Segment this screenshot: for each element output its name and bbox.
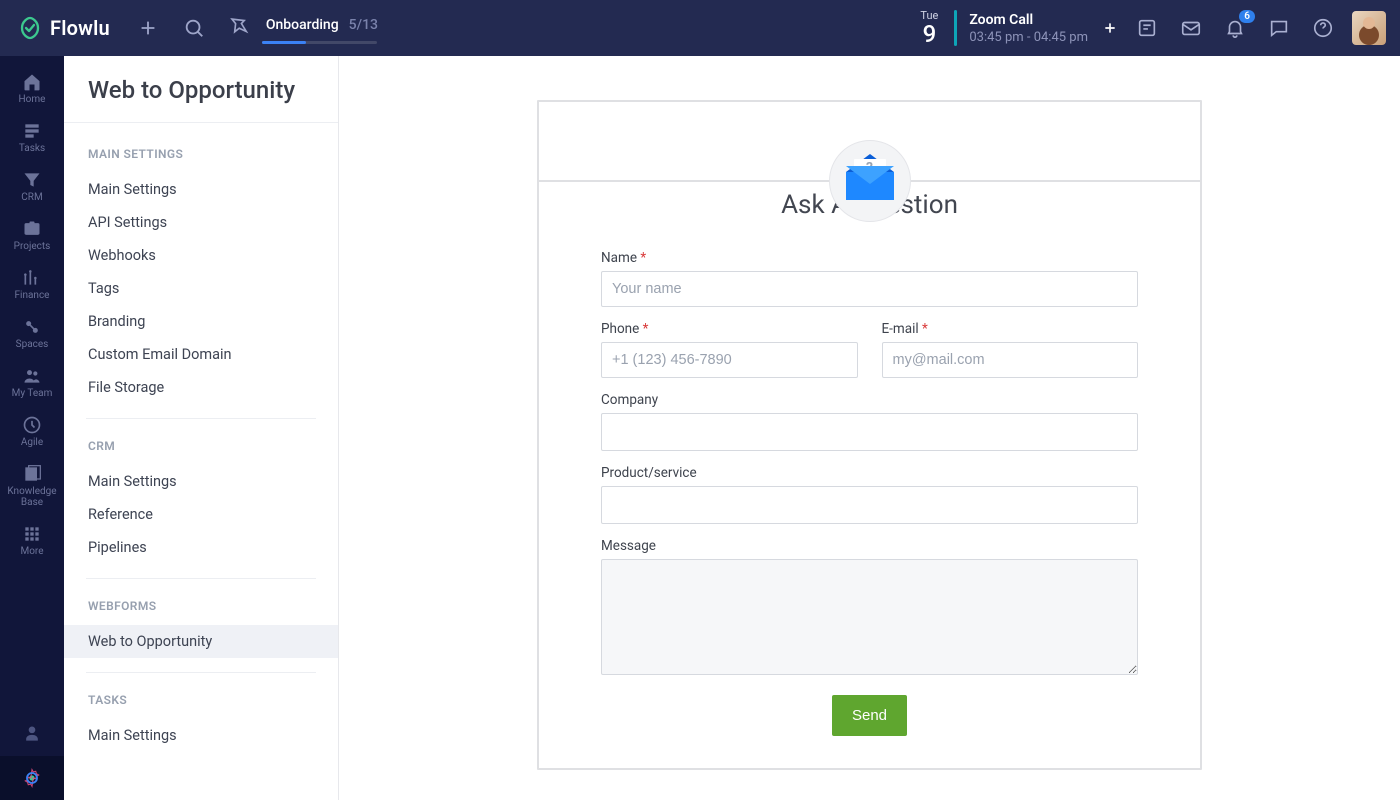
phone-input[interactable] bbox=[601, 342, 858, 378]
settings-item-web-to-opportunity[interactable]: Web to Opportunity bbox=[64, 625, 338, 658]
settings-item-main-settings[interactable]: Main Settings bbox=[64, 173, 338, 206]
notes-icon[interactable] bbox=[1134, 15, 1160, 41]
settings-item-webhooks[interactable]: Webhooks bbox=[64, 239, 338, 272]
date-day: 9 bbox=[920, 22, 938, 46]
rail-item-my-team[interactable]: My Team bbox=[0, 358, 64, 407]
topbar: Flowlu Onboarding 5/13 Tue 9 Zoom Call 0… bbox=[0, 0, 1400, 56]
rail-item-finance[interactable]: Finance bbox=[0, 260, 64, 309]
settings-item-pipelines[interactable]: Pipelines bbox=[64, 531, 338, 564]
rail-item-more[interactable]: More bbox=[0, 516, 64, 565]
brand-name: Flowlu bbox=[50, 16, 110, 40]
settings-item-branding[interactable]: Branding bbox=[64, 305, 338, 338]
apps-button[interactable] bbox=[0, 712, 64, 756]
product-input[interactable] bbox=[601, 486, 1138, 524]
settings-group-label: TASKS bbox=[64, 687, 338, 719]
product-label: Product/service bbox=[601, 465, 1138, 481]
onboarding-icon bbox=[228, 13, 252, 37]
email-label: E-mail * bbox=[882, 321, 1139, 337]
page-title: Web to Opportunity bbox=[64, 56, 338, 123]
help-icon[interactable] bbox=[1310, 15, 1336, 41]
mail-icon[interactable] bbox=[1178, 15, 1204, 41]
name-label: Name * bbox=[601, 250, 1138, 266]
logo[interactable]: Flowlu bbox=[18, 16, 110, 40]
phone-label: Phone * bbox=[601, 321, 858, 337]
settings-item-main-settings[interactable]: Main Settings bbox=[64, 719, 338, 752]
date-block[interactable]: Tue 9 bbox=[920, 10, 938, 46]
company-input[interactable] bbox=[601, 413, 1138, 451]
settings-item-main-settings[interactable]: Main Settings bbox=[64, 465, 338, 498]
rail-item-agile[interactable]: Agile bbox=[0, 407, 64, 456]
main-content: ? Ask A Question Name * Phone * bbox=[339, 56, 1400, 800]
settings-sidebar: Web to Opportunity MAIN SETTINGSMain Set… bbox=[64, 56, 339, 800]
rail-item-tasks[interactable]: Tasks bbox=[0, 113, 64, 162]
settings-item-custom-email-domain[interactable]: Custom Email Domain bbox=[64, 338, 338, 371]
search-button[interactable] bbox=[182, 16, 206, 40]
event-title: Zoom Call bbox=[969, 12, 1088, 28]
add-event-button[interactable] bbox=[1102, 20, 1118, 36]
company-label: Company bbox=[601, 392, 1138, 408]
rail-item-projects[interactable]: Projects bbox=[0, 211, 64, 260]
message-input[interactable] bbox=[601, 559, 1138, 675]
rail-item-crm[interactable]: CRM bbox=[0, 162, 64, 211]
add-button[interactable] bbox=[136, 16, 160, 40]
settings-item-api-settings[interactable]: API Settings bbox=[64, 206, 338, 239]
settings-button[interactable] bbox=[0, 756, 64, 800]
settings-group-label: MAIN SETTINGS bbox=[64, 141, 338, 173]
onboarding-count: 5/13 bbox=[349, 17, 378, 33]
rail-item-home[interactable]: Home bbox=[0, 64, 64, 113]
envelope-icon: ? bbox=[829, 140, 911, 222]
group-divider bbox=[86, 418, 316, 419]
onboarding-progress bbox=[262, 41, 377, 44]
logo-icon bbox=[18, 16, 42, 40]
group-divider bbox=[86, 672, 316, 673]
name-input[interactable] bbox=[601, 271, 1138, 307]
settings-item-tags[interactable]: Tags bbox=[64, 272, 338, 305]
event-separator bbox=[954, 10, 957, 46]
chat-icon[interactable] bbox=[1266, 15, 1292, 41]
upcoming-event[interactable]: Zoom Call 03:45 pm - 04:45 pm bbox=[969, 12, 1088, 45]
user-avatar[interactable] bbox=[1352, 11, 1386, 45]
nav-rail: HomeTasksCRMProjectsFinanceSpacesMy Team… bbox=[0, 56, 64, 800]
settings-item-file-storage[interactable]: File Storage bbox=[64, 371, 338, 404]
onboarding-label: Onboarding bbox=[266, 17, 339, 33]
rail-item-knowledge-base[interactable]: Knowledge Base bbox=[0, 456, 64, 516]
settings-group-label: CRM bbox=[64, 433, 338, 465]
form-header-decoration: ? bbox=[537, 140, 1202, 222]
settings-group-label: WEBFORMS bbox=[64, 593, 338, 625]
send-button[interactable]: Send bbox=[832, 695, 907, 736]
group-divider bbox=[86, 578, 316, 579]
message-label: Message bbox=[601, 538, 1138, 554]
rail-item-spaces[interactable]: Spaces bbox=[0, 309, 64, 358]
onboarding-widget[interactable]: Onboarding 5/13 bbox=[228, 13, 378, 44]
settings-item-reference[interactable]: Reference bbox=[64, 498, 338, 531]
event-time: 03:45 pm - 04:45 pm bbox=[969, 30, 1088, 45]
notifications-icon[interactable]: 6 bbox=[1222, 15, 1248, 41]
email-input[interactable] bbox=[882, 342, 1139, 378]
notification-badge: 6 bbox=[1239, 10, 1255, 23]
